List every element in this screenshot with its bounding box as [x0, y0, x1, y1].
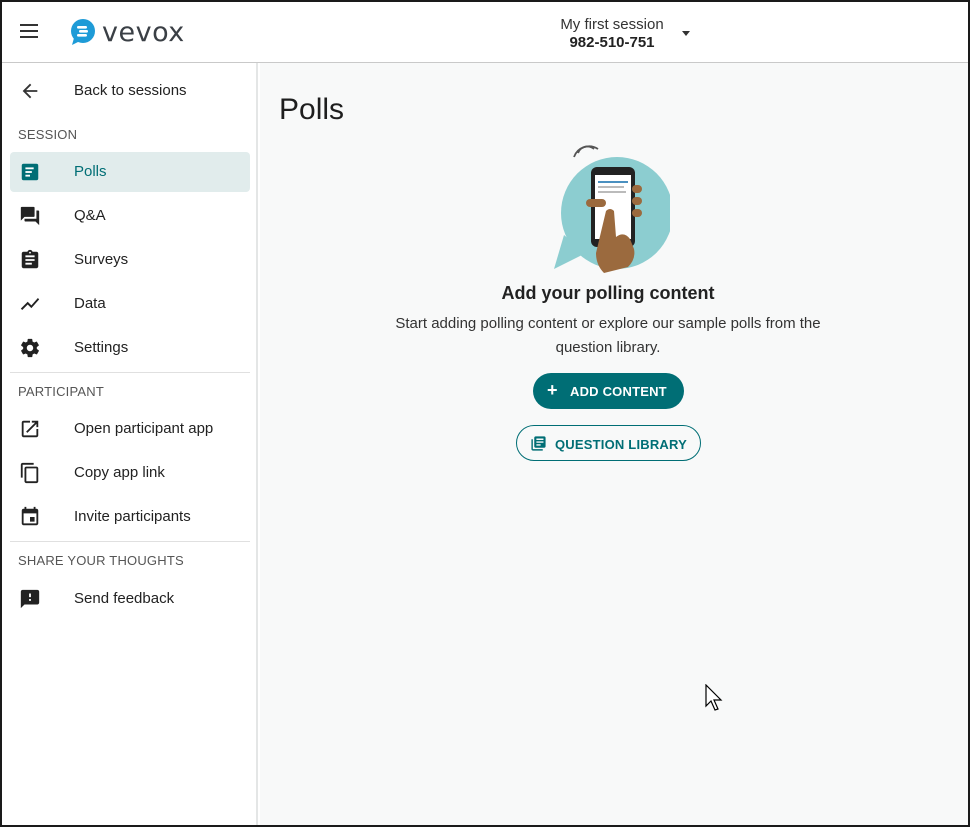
- copy-icon: [20, 462, 39, 484]
- sidebar-item-qa[interactable]: Q&A: [10, 196, 250, 236]
- sidebar-item-label: Surveys: [74, 251, 129, 268]
- mouse-pointer-icon: [705, 684, 723, 711]
- empty-state-title: Add your polling content: [501, 283, 715, 303]
- sidebar-item-surveys[interactable]: Surveys: [10, 240, 250, 280]
- sidebar: Back to sessions SESSION Polls Q&A Surve…: [2, 63, 258, 825]
- open-external-icon: [21, 420, 39, 438]
- sidebar-item-settings[interactable]: Settings: [10, 328, 250, 368]
- main-content: Polls Add your polling content Start add…: [260, 63, 968, 825]
- back-to-sessions-link[interactable]: Back to sessions: [10, 71, 250, 111]
- sidebar-divider: [10, 541, 250, 542]
- sidebar-item-copy-app-link[interactable]: Copy app link: [10, 453, 250, 493]
- sidebar-item-label: Invite participants: [74, 508, 191, 525]
- plus-icon: +: [547, 380, 558, 400]
- session-name: My first session: [560, 16, 664, 33]
- sidebar-item-label: Copy app link: [74, 464, 165, 481]
- top-bar: vevox My first session 982-510-751: [2, 2, 968, 63]
- logo-wordmark: vevox: [102, 16, 185, 48]
- add-content-button[interactable]: + ADD CONTENT: [533, 373, 684, 409]
- session-selector[interactable]: My first session 982-510-751: [542, 14, 702, 54]
- app-window: vevox My first session 982-510-751 Back …: [0, 0, 970, 827]
- sidebar-item-label: Open participant app: [74, 420, 214, 437]
- polls-icon: [21, 163, 39, 181]
- sidebar-item-polls[interactable]: Polls: [10, 152, 250, 192]
- add-content-label: ADD CONTENT: [570, 384, 667, 399]
- surveys-icon: [21, 249, 39, 269]
- sidebar-item-open-participant-app[interactable]: Open participant app: [10, 409, 250, 449]
- library-books-icon: [531, 436, 546, 451]
- sidebar-item-send-feedback[interactable]: Send feedback: [10, 579, 250, 619]
- question-library-button[interactable]: QUESTION LIBRARY: [516, 425, 701, 461]
- section-heading-participant: PARTICIPANT: [18, 384, 104, 399]
- session-code: 982-510-751: [569, 34, 655, 51]
- empty-state-description: Start adding polling content or explore …: [395, 315, 821, 356]
- qa-icon: [20, 206, 40, 226]
- back-label: Back to sessions: [74, 82, 187, 99]
- gear-icon: [21, 338, 39, 358]
- calendar-icon: [21, 506, 39, 526]
- sidebar-item-label: Send feedback: [74, 590, 175, 607]
- question-library-label: QUESTION LIBRARY: [555, 437, 688, 452]
- section-heading-feedback: SHARE YOUR THOUGHTS: [18, 553, 184, 568]
- sidebar-item-label: Settings: [74, 339, 129, 356]
- sidebar-item-label: Polls: [74, 163, 107, 180]
- sidebar-item-data[interactable]: Data: [10, 284, 250, 324]
- phone-hand-illustration: [554, 145, 670, 273]
- section-heading-session: SESSION: [18, 127, 78, 142]
- vevox-logo[interactable]: vevox: [70, 16, 185, 48]
- sidebar-item-label: Q&A: [74, 207, 106, 224]
- arrow-left-icon: [22, 83, 38, 99]
- hamburger-menu-icon[interactable]: [18, 20, 40, 42]
- data-icon: [20, 298, 40, 310]
- sidebar-item-label: Data: [74, 295, 106, 312]
- caret-down-icon: [682, 31, 690, 36]
- feedback-icon: [20, 589, 40, 609]
- page-title: Polls: [279, 93, 345, 126]
- sidebar-divider: [10, 372, 250, 373]
- sidebar-item-invite-participants[interactable]: Invite participants: [10, 497, 250, 537]
- vevox-logo-icon: [71, 19, 95, 45]
